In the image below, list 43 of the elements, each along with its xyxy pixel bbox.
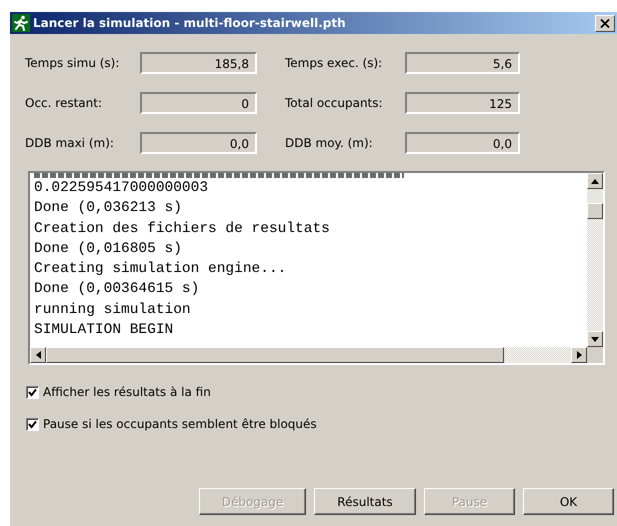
- log-line: SIMULATION BEGIN: [34, 321, 174, 340]
- value-field[interactable]: 0: [140, 92, 257, 114]
- checkbox-label: Pause si les occupants semblent être bloqués: [43, 417, 317, 431]
- scroll-thumb[interactable]: [46, 347, 504, 363]
- checkbox[interactable]: [26, 386, 39, 398]
- value-field[interactable]: 185,8: [140, 52, 257, 74]
- value-field[interactable]: 125: [405, 92, 520, 114]
- value-field[interactable]: 5,6: [405, 52, 520, 74]
- scroll-up-button[interactable]: [587, 173, 603, 189]
- value-field[interactable]: 0,0: [405, 132, 520, 154]
- scroll-right-button[interactable]: [571, 347, 587, 363]
- value-field[interactable]: 0,0: [140, 132, 257, 154]
- up-arrow-icon: [591, 178, 599, 184]
- field-label: Total occupants:: [285, 96, 383, 110]
- close-button[interactable]: [595, 14, 615, 32]
- field-label: DDB moy. (m):: [285, 136, 373, 150]
- down-arrow-icon: [591, 336, 599, 342]
- scroll-left-button[interactable]: [30, 347, 46, 363]
- scrollbar-corner: [587, 347, 603, 363]
- log-line: Done (0,00364615 s): [34, 280, 200, 300]
- field-label: Temps simu (s):: [25, 56, 120, 70]
- log-line: Done (0,016805 s): [34, 240, 183, 259]
- field-label: Occ. restant:: [25, 96, 102, 110]
- log-line: Creation des fichiers de resultats: [34, 220, 331, 239]
- log-line: Creating simulation engine...: [34, 260, 288, 280]
- log-line: 0.022595417000000003: [34, 179, 210, 198]
- scroll-thumb[interactable]: [587, 203, 603, 219]
- field-label: DDB maxi (m):: [25, 136, 114, 150]
- dialog-button[interactable]: Résultats: [314, 488, 416, 515]
- window-title: Lancer la simulation - multi-floor-stairwell.pth: [33, 16, 347, 30]
- left-arrow-icon: [36, 351, 40, 359]
- horizontal-scrollbar[interactable]: [30, 347, 603, 363]
- field-label: Temps exec. (s):: [285, 56, 382, 70]
- checkbox[interactable]: [26, 418, 39, 430]
- dialog-button[interactable]: OK: [523, 488, 614, 515]
- running-figure-icon: [12, 14, 30, 32]
- checkbox-label: Afficher les résultats à la fin: [43, 385, 211, 399]
- log-line: Done (0,036213 s): [34, 199, 183, 218]
- vertical-scrollbar[interactable]: [587, 173, 603, 347]
- right-arrow-icon: [576, 351, 582, 359]
- scroll-down-button[interactable]: [587, 331, 603, 347]
- log-line: running simulation: [34, 300, 192, 320]
- close-icon: [600, 18, 610, 28]
